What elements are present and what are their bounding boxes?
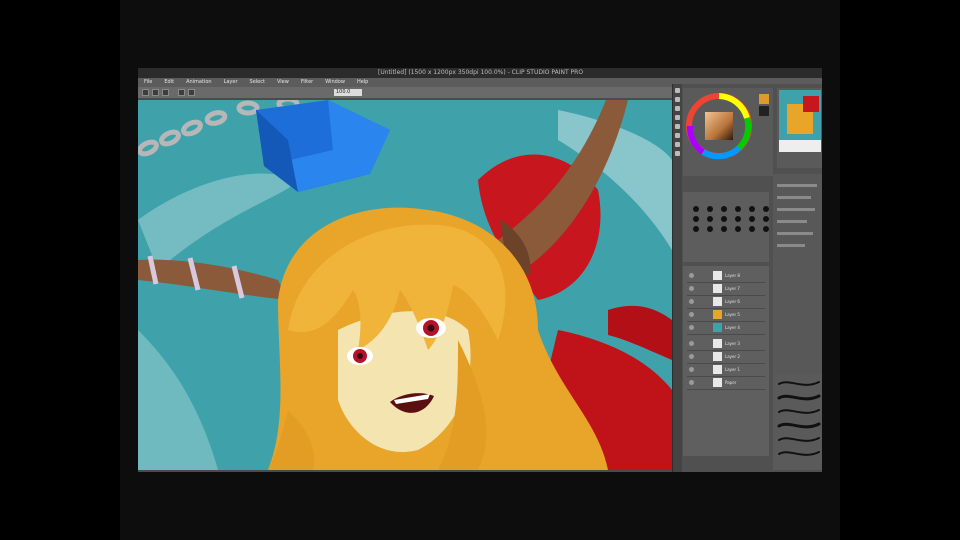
layer-row[interactable]: Layer 2 (687, 351, 765, 364)
layer-row[interactable]: Layer 7 (687, 283, 765, 296)
property-slider[interactable] (777, 208, 815, 211)
menu-filter[interactable]: Filter (301, 78, 313, 87)
eye-right (416, 318, 446, 338)
eye-icon[interactable] (689, 354, 694, 359)
brush-size-panel (683, 192, 769, 262)
move-tool-icon[interactable] (675, 133, 680, 138)
menu-layer[interactable]: Layer (224, 78, 238, 87)
navigator-panel (777, 88, 822, 168)
layer-row[interactable]: Layer 5 (687, 309, 765, 322)
property-slider[interactable] (777, 220, 807, 223)
open-button[interactable] (152, 89, 159, 96)
clip-studio-window: [Untitled] (1500 x 1200px 350dpi 100.0%)… (138, 68, 822, 472)
new-file-button[interactable] (142, 89, 149, 96)
brush-icon[interactable] (773, 374, 822, 470)
layer-row[interactable]: Layer 1 (687, 364, 765, 377)
layer-row[interactable]: Paper (687, 377, 765, 390)
layer-row[interactable]: Layer 4 (687, 322, 765, 335)
property-slider[interactable] (777, 244, 805, 247)
eye-icon[interactable] (689, 286, 694, 291)
layer-panel: Layer 8 Layer 7 Layer 6 Layer 5 Layer 4 … (683, 266, 769, 456)
brush-size-grid[interactable] (693, 206, 773, 232)
eye-icon[interactable] (689, 273, 694, 278)
fill-tool-icon[interactable] (675, 115, 680, 120)
menu-animation[interactable]: Animation (186, 78, 212, 87)
right-panels: Layer 8 Layer 7 Layer 6 Layer 5 Layer 4 … (672, 84, 822, 472)
eraser-tool-icon[interactable] (675, 106, 680, 111)
eye-icon[interactable] (689, 312, 694, 317)
layer-row[interactable]: Layer 8 (687, 270, 765, 283)
pen-tool-icon[interactable] (675, 88, 680, 93)
property-slider[interactable] (777, 184, 817, 187)
menu-window[interactable]: Window (325, 78, 345, 87)
layer-row[interactable]: Layer 6 (687, 296, 765, 309)
title-bar: [Untitled] (1500 x 1200px 350dpi 100.0%)… (138, 68, 822, 78)
color-wheel-icon[interactable] (683, 88, 773, 176)
eyedropper-tool-icon[interactable] (675, 142, 680, 147)
eye-icon[interactable] (689, 299, 694, 304)
artwork (138, 100, 672, 470)
brush-stroke-panel (773, 374, 822, 470)
navigator-thumbnail-icon[interactable] (779, 90, 821, 152)
property-slider[interactable] (777, 196, 811, 199)
menu-help[interactable]: Help (357, 78, 368, 87)
color-wheel-panel (683, 88, 773, 176)
window-title: [Untitled] (1500 x 1200px 350dpi 100.0%)… (378, 69, 584, 76)
property-slider[interactable] (777, 232, 813, 235)
text-tool-icon[interactable] (675, 151, 680, 156)
eye-left (347, 347, 373, 365)
tool-column (673, 84, 682, 472)
drawing-canvas[interactable] (138, 100, 672, 470)
layer-row[interactable]: Layer 3 (687, 338, 765, 351)
zoom-field[interactable]: 100.0 (334, 89, 362, 96)
undo-button[interactable] (178, 89, 185, 96)
eye-icon[interactable] (689, 380, 694, 385)
menu-view[interactable]: View (277, 78, 289, 87)
menu-edit[interactable]: Edit (164, 78, 174, 87)
brush-tool-icon[interactable] (675, 97, 680, 102)
menu-file[interactable]: File (144, 78, 152, 87)
save-button[interactable] (162, 89, 169, 96)
menu-select[interactable]: Select (250, 78, 265, 87)
eye-icon[interactable] (689, 341, 694, 346)
eye-icon[interactable] (689, 325, 694, 330)
select-tool-icon[interactable] (675, 124, 680, 129)
eye-icon[interactable] (689, 367, 694, 372)
redo-button[interactable] (188, 89, 195, 96)
